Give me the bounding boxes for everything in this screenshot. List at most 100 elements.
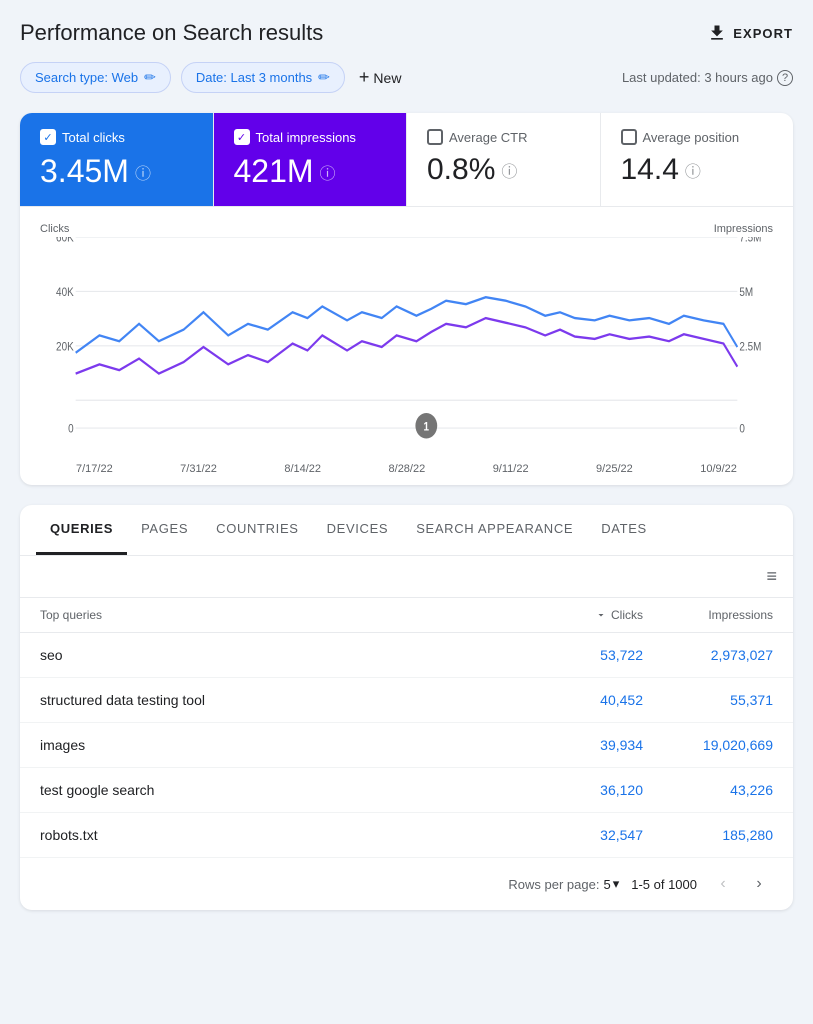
impressions-label: Total impressions (256, 130, 356, 145)
date-label: Date: Last 3 months (196, 70, 312, 85)
filter-row: ≡ (20, 556, 793, 598)
date-filter[interactable]: Date: Last 3 months ✏ (181, 62, 345, 93)
row-clicks: 32,547 (523, 827, 643, 843)
row-query: test google search (40, 782, 523, 798)
table-row[interactable]: seo 53,722 2,973,027 (20, 633, 793, 678)
data-card: QUERIES PAGES COUNTRIES DEVICES SEARCH A… (20, 505, 793, 910)
row-query: seo (40, 647, 523, 663)
metric-total-impressions[interactable]: ✓ Total impressions 421M ⓘ (214, 113, 408, 206)
rows-per-page: Rows per page: 5 ▾ (508, 876, 619, 892)
prev-page-button[interactable]: ‹ (709, 870, 737, 898)
position-value: 14.4 (621, 153, 679, 187)
row-impressions: 19,020,669 (643, 737, 773, 753)
sort-down-icon (595, 609, 607, 621)
page-info: 1-5 of 1000 (631, 877, 697, 892)
svg-text:60K: 60K (56, 237, 74, 245)
chevron-down-icon: ▾ (613, 876, 620, 892)
search-type-label: Search type: Web (35, 70, 138, 85)
chart-x-labels: 7/17/22 7/31/22 8/14/22 8/28/22 9/11/22 … (40, 463, 773, 475)
row-clicks: 39,934 (523, 737, 643, 753)
export-button[interactable]: EXPORT (707, 23, 793, 43)
clicks-help-icon: ⓘ (135, 160, 151, 184)
metric-avg-position[interactable]: Average position 14.4 ⓘ (601, 113, 794, 206)
svg-text:40K: 40K (56, 286, 74, 299)
ctr-value: 0.8% (427, 153, 495, 187)
tab-countries[interactable]: COUNTRIES (202, 505, 312, 555)
page-header: Performance on Search results EXPORT (20, 20, 793, 46)
clicks-checkbox[interactable]: ✓ (40, 129, 56, 145)
chart-area: Clicks Impressions 60K 40K 20K 0 7.5M 5M… (20, 207, 793, 485)
chart-left-label: Clicks (40, 223, 69, 235)
pagination: Rows per page: 5 ▾ 1-5 of 1000 ‹ › (20, 857, 793, 910)
export-icon (707, 23, 727, 43)
search-type-filter[interactable]: Search type: Web ✏ (20, 62, 171, 93)
clicks-value: 3.45M (40, 153, 129, 190)
table-row[interactable]: images 39,934 19,020,669 (20, 723, 793, 768)
metrics-row: ✓ Total clicks 3.45M ⓘ ✓ Total impressio… (20, 113, 793, 207)
row-impressions: 43,226 (643, 782, 773, 798)
x-label-6: 10/9/22 (700, 463, 737, 475)
table-header: Top queries Clicks Impressions (20, 598, 793, 633)
metric-avg-ctr[interactable]: Average CTR 0.8% ⓘ (407, 113, 601, 206)
ctr-checkbox[interactable] (427, 129, 443, 145)
ctr-help-icon: ⓘ (501, 158, 517, 182)
page-nav: ‹ › (709, 870, 773, 898)
tab-queries[interactable]: QUERIES (36, 505, 127, 555)
svg-text:5M: 5M (739, 286, 753, 299)
chart-container: 60K 40K 20K 0 7.5M 5M 2.5M 0 1 (40, 237, 773, 457)
tab-pages[interactable]: PAGES (127, 505, 202, 555)
x-label-0: 7/17/22 (76, 463, 113, 475)
impressions-value: 421M (234, 153, 314, 190)
help-icon: ? (777, 70, 793, 86)
ctr-label: Average CTR (449, 130, 528, 145)
plus-icon: + (359, 67, 370, 88)
position-help-icon: ⓘ (685, 158, 701, 182)
svg-text:0: 0 (739, 423, 745, 436)
col-header-query: Top queries (40, 608, 523, 622)
svg-text:20K: 20K (56, 341, 74, 354)
x-label-4: 9/11/22 (493, 463, 529, 475)
position-checkbox[interactable] (621, 129, 637, 145)
last-updated: Last updated: 3 hours ago ? (622, 70, 793, 86)
row-impressions: 2,973,027 (643, 647, 773, 663)
metrics-card: ✓ Total clicks 3.45M ⓘ ✓ Total impressio… (20, 113, 793, 485)
tab-dates[interactable]: DATES (587, 505, 661, 555)
next-page-button[interactable]: › (745, 870, 773, 898)
impressions-checkbox[interactable]: ✓ (234, 129, 250, 145)
col-header-clicks: Clicks (523, 608, 643, 622)
new-button[interactable]: + New (359, 67, 402, 88)
x-label-2: 8/14/22 (284, 463, 321, 475)
table-row[interactable]: test google search 36,120 43,226 (20, 768, 793, 813)
filter-icon[interactable]: ≡ (766, 566, 777, 587)
row-clicks: 53,722 (523, 647, 643, 663)
table-row[interactable]: robots.txt 32,547 185,280 (20, 813, 793, 857)
chart-svg: 60K 40K 20K 0 7.5M 5M 2.5M 0 1 (40, 237, 773, 457)
x-label-3: 8/28/22 (389, 463, 426, 475)
row-query: robots.txt (40, 827, 523, 843)
svg-text:2.5M: 2.5M (739, 341, 761, 354)
svg-text:1: 1 (424, 421, 430, 434)
tab-search-appearance[interactable]: SEARCH APPEARANCE (402, 505, 587, 555)
tab-devices[interactable]: DEVICES (313, 505, 403, 555)
metric-total-clicks[interactable]: ✓ Total clicks 3.45M ⓘ (20, 113, 214, 206)
page-title: Performance on Search results (20, 20, 323, 46)
table-body: seo 53,722 2,973,027 structured data tes… (20, 633, 793, 857)
row-impressions: 185,280 (643, 827, 773, 843)
row-query: structured data testing tool (40, 692, 523, 708)
chart-right-label: Impressions (714, 223, 773, 235)
rows-per-page-select[interactable]: 5 ▾ (603, 876, 619, 892)
row-impressions: 55,371 (643, 692, 773, 708)
tabs-row: QUERIES PAGES COUNTRIES DEVICES SEARCH A… (20, 505, 793, 556)
svg-text:7.5M: 7.5M (739, 237, 761, 245)
x-label-1: 7/31/22 (180, 463, 217, 475)
position-label: Average position (643, 130, 740, 145)
edit-icon: ✏ (144, 69, 156, 86)
x-label-5: 9/25/22 (596, 463, 633, 475)
rows-per-page-label: Rows per page: (508, 877, 599, 892)
clicks-label: Total clicks (62, 130, 125, 145)
table-row[interactable]: structured data testing tool 40,452 55,3… (20, 678, 793, 723)
row-clicks: 40,452 (523, 692, 643, 708)
row-query: images (40, 737, 523, 753)
svg-text:0: 0 (68, 423, 74, 436)
edit-icon-date: ✏ (318, 69, 330, 86)
